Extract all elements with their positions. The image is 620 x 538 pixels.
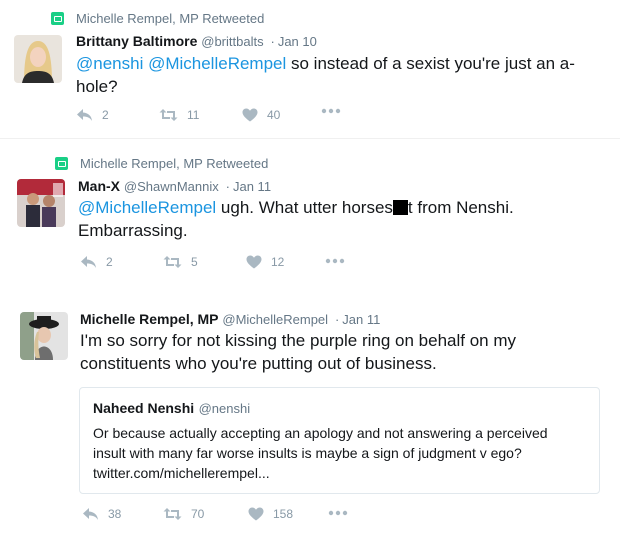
tweet-header: Man-X @ShawnMannix · Jan 11: [78, 178, 271, 194]
tweet-3[interactable]: Michelle Rempel, MP @MichelleRempel · Jan…: [0, 290, 620, 538]
reply-icon: [81, 256, 96, 268]
quoted-tweet-header: Naheed Nenshi @nenshi: [93, 400, 250, 418]
reply-action[interactable]: 2: [76, 108, 109, 122]
retweet-action[interactable]: 11: [159, 108, 199, 122]
retweet-context: Michelle Rempel, MP Retweeted: [51, 11, 264, 26]
tweet-mentions[interactable]: @MichelleRempel: [78, 198, 216, 217]
author-name[interactable]: Michelle Rempel, MP: [80, 311, 218, 327]
retweet-action[interactable]: 5: [163, 255, 198, 269]
reply-count: 2: [106, 255, 113, 269]
reply-icon: [77, 109, 92, 121]
reply-count: 38: [108, 507, 122, 521]
more-action[interactable]: [328, 510, 357, 516]
timestamp[interactable]: Jan 11: [233, 179, 271, 194]
more-action[interactable]: [325, 258, 354, 264]
divider: [0, 138, 620, 139]
retweet-count: 11: [187, 108, 200, 122]
avatar[interactable]: [17, 179, 65, 227]
retweet-context: Michelle Rempel, MP Retweeted: [55, 156, 268, 171]
tweet-text: I'm so sorry for not kissing the purple …: [80, 331, 517, 373]
timestamp[interactable]: Jan 10: [278, 34, 317, 49]
quoted-author-name: Naheed Nenshi: [93, 400, 195, 416]
tweet-header: Brittany Baltimore @brittbalts · Jan 10: [76, 33, 317, 49]
tweet-text: @nenshi @MichelleRempel so instead of a …: [76, 52, 576, 98]
avatar[interactable]: [20, 312, 68, 360]
like-action[interactable]: 40: [242, 108, 280, 122]
tweet-2[interactable]: Michelle Rempel, MP Retweeted Man-X @Sha…: [0, 140, 620, 290]
author-name[interactable]: Brittany Baltimore: [76, 33, 197, 49]
retweet-count: 5: [191, 255, 198, 269]
retweet-context-label: Michelle Rempel, MP Retweeted: [76, 11, 265, 26]
retweet-action[interactable]: 70: [163, 507, 204, 521]
reply-count: 2: [102, 108, 109, 122]
more-icon: [328, 510, 348, 516]
like-count: 40: [267, 108, 281, 122]
time-separator: ·: [270, 34, 275, 49]
more-icon: [321, 108, 341, 114]
author-name[interactable]: Man-X: [78, 178, 120, 194]
heart-icon: [246, 255, 262, 269]
quoted-tweet-text: Or because actually accepting an apology…: [93, 425, 548, 481]
author-handle[interactable]: @MichelleRempel: [222, 312, 328, 327]
retweet-context-label: Michelle Rempel, MP Retweeted: [80, 156, 269, 171]
heart-icon: [242, 108, 258, 122]
timestamp[interactable]: Jan 11: [342, 312, 380, 327]
reply-action[interactable]: 2: [80, 255, 113, 269]
retweet-icon: [159, 109, 178, 121]
retweet-badge-icon: [51, 12, 64, 25]
quoted-author-handle: @nenshi: [198, 401, 251, 416]
retweet-badge-icon: [55, 157, 68, 170]
avatar[interactable]: [14, 35, 62, 83]
like-action[interactable]: 158: [248, 507, 293, 521]
tweet-text: @MichelleRempel ugh. What utter horses t …: [78, 196, 558, 242]
tweet-header: Michelle Rempel, MP @MichelleRempel · Jan…: [80, 311, 380, 327]
redaction-mark: [392, 200, 408, 215]
retweet-count: 70: [191, 507, 205, 521]
author-handle[interactable]: @ShawnMannix: [124, 179, 219, 194]
author-handle[interactable]: @brittbalts: [201, 34, 263, 49]
time-separator: ·: [225, 179, 230, 194]
more-action[interactable]: [321, 108, 350, 114]
more-icon: [325, 258, 345, 264]
retweet-icon: [163, 508, 182, 520]
like-count: 12: [271, 255, 285, 269]
time-separator: ·: [334, 312, 340, 327]
quoted-tweet[interactable]: Naheed Nenshi @nenshi Or because actuall…: [79, 387, 600, 494]
tweet-body-start: ugh. What utter horses: [216, 198, 393, 217]
tweet-1[interactable]: Michelle Rempel, MP Retweeted Brittany B…: [0, 0, 620, 140]
like-count: 158: [273, 507, 294, 521]
reply-icon: [83, 508, 98, 520]
retweet-icon: [163, 256, 182, 268]
heart-icon: [248, 507, 264, 521]
reply-action[interactable]: 38: [82, 507, 121, 521]
tweet-mentions[interactable]: @nenshi @MichelleRempel: [76, 54, 286, 73]
like-action[interactable]: 12: [246, 255, 284, 269]
